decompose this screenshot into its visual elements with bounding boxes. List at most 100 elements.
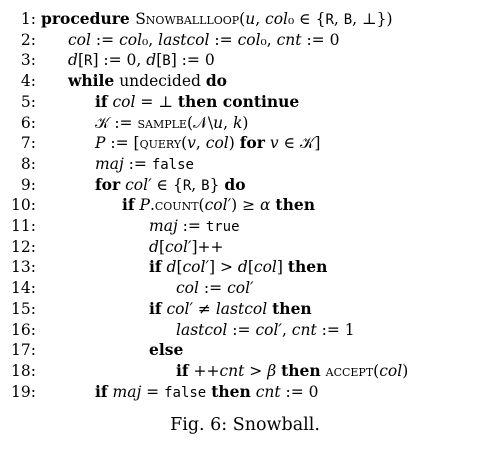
algorithm-line: 16: lastcol := col′, cnt := 1	[0, 320, 490, 340]
code-token: cnt	[255, 382, 281, 401]
line-number: 19:	[11, 382, 36, 401]
code-token: , ⊥})	[352, 10, 393, 28]
code-token: := 0	[301, 30, 340, 49]
code-token: B	[162, 53, 171, 70]
code-token: ,	[191, 175, 202, 194]
algorithm-line: 4: while undecided do	[0, 71, 490, 91]
code-token: :=	[109, 113, 138, 132]
code-token: do	[205, 71, 228, 91]
code-token: Snowballloop	[135, 10, 240, 28]
algorithm-line: 1: procedure Snowballloop(u, col₀ ∈ {R, B…	[0, 9, 490, 29]
code-token: then	[281, 360, 321, 380]
line-code: maj := true	[149, 216, 240, 237]
algorithm-line: 18: if ++cnt > β then accept(col)	[0, 361, 490, 381]
code-token: col	[379, 361, 403, 380]
code-token: ,	[223, 113, 233, 132]
code-token: := 0	[280, 382, 319, 401]
algorithm-line: 5: if col = ⊥ then continue	[0, 92, 490, 112]
code-token: else	[149, 340, 184, 360]
code-token: ] >	[209, 258, 238, 277]
code-token: )	[402, 361, 409, 380]
code-token: :=	[177, 217, 206, 235]
line-number: 18:	[11, 361, 36, 380]
line-number: 13:	[11, 258, 36, 277]
code-token: β	[267, 361, 277, 380]
code-token: maj	[149, 217, 178, 235]
code-token: P	[139, 196, 150, 215]
code-token: col′	[255, 320, 282, 339]
code-token: col	[205, 134, 229, 153]
code-token: ) ≥	[231, 196, 260, 215]
code-token: ]	[276, 258, 288, 277]
code-token: col	[119, 30, 143, 49]
code-token: ₀ ∈ {	[288, 10, 326, 28]
code-token: :=	[227, 320, 256, 339]
code-token: R	[182, 177, 192, 194]
code-token: B	[201, 177, 210, 194]
code-token: count	[154, 196, 199, 215]
code-token: =	[141, 382, 165, 401]
code-token: ₀,	[142, 30, 159, 49]
code-token: >	[244, 361, 268, 380]
code-token: col′	[165, 237, 192, 256]
line-code: procedure Snowballloop(u, col₀ ∈ {R, B, …	[41, 9, 393, 30]
code-token: true	[205, 219, 240, 235]
line-code: d[R] := 0, d[B] := 0	[68, 50, 215, 71]
algorithm-line: 3: d[R] := 0, d[B] := 0	[0, 50, 490, 70]
line-number: 3:	[20, 51, 36, 70]
line-code: if P.count(col′) ≥ α then	[122, 195, 315, 215]
line-number: 9:	[20, 175, 36, 194]
line-number: 1:	[20, 10, 36, 28]
line-code: lastcol := col′, cnt := 1	[176, 320, 355, 340]
algorithm-line: 13: if d[col′] > d[col] then	[0, 257, 490, 277]
code-token: col′	[204, 196, 232, 215]
code-token: cnt	[219, 361, 245, 380]
code-token: do	[224, 174, 246, 194]
code-token: if	[95, 91, 108, 111]
line-number: 11:	[11, 217, 36, 235]
code-token: col	[176, 279, 199, 298]
line-number: 7:	[20, 134, 36, 153]
code-token: false	[151, 156, 194, 173]
line-code: d[col′]++	[149, 237, 224, 257]
code-token: = ⊥	[135, 92, 178, 111]
code-token: for	[95, 174, 121, 194]
code-token: :=	[198, 279, 228, 298]
algorithm-line: 9: for col′ ∈ {R, B} do	[0, 175, 490, 195]
code-token: u	[213, 113, 224, 132]
code-token: ,	[255, 10, 266, 28]
code-token: col	[68, 30, 91, 49]
code-token: col′	[227, 279, 254, 298]
line-code: else	[149, 340, 183, 360]
code-token: P	[95, 134, 106, 153]
code-token: then	[275, 195, 315, 215]
code-token: col′	[125, 175, 152, 194]
code-token: undecided	[114, 72, 206, 91]
line-code: 𝒦 := sample(𝒩\u, k)	[95, 113, 248, 133]
code-token: for	[239, 133, 265, 153]
code-token: )	[228, 134, 240, 153]
code-token: maj	[112, 382, 142, 401]
line-code: if col = ⊥ then continue	[95, 92, 299, 112]
line-code: if d[col′] > d[col] then	[149, 257, 327, 277]
code-token: lastcol	[176, 320, 228, 339]
code-token: col	[253, 258, 277, 277]
line-number: 4:	[20, 72, 36, 91]
code-token: }	[209, 175, 225, 194]
code-token: d	[166, 258, 177, 277]
code-token: if	[149, 298, 162, 318]
code-token: procedure	[41, 9, 136, 28]
code-token: :=	[123, 154, 152, 173]
code-token: then	[272, 298, 312, 318]
code-token: ] := 0,	[92, 51, 147, 70]
algorithm-line: 11: maj := true	[0, 216, 490, 236]
line-code: if col′ ≠ lastcol then	[149, 299, 312, 319]
code-token: if	[149, 257, 162, 277]
code-token: :=	[90, 30, 120, 49]
code-token: u	[245, 10, 256, 28]
code-token: (𝒩\	[186, 113, 214, 132]
line-number: 16:	[11, 320, 36, 339]
code-token: if	[122, 195, 135, 215]
code-token: cnt	[276, 30, 302, 49]
code-token: )	[242, 113, 249, 132]
